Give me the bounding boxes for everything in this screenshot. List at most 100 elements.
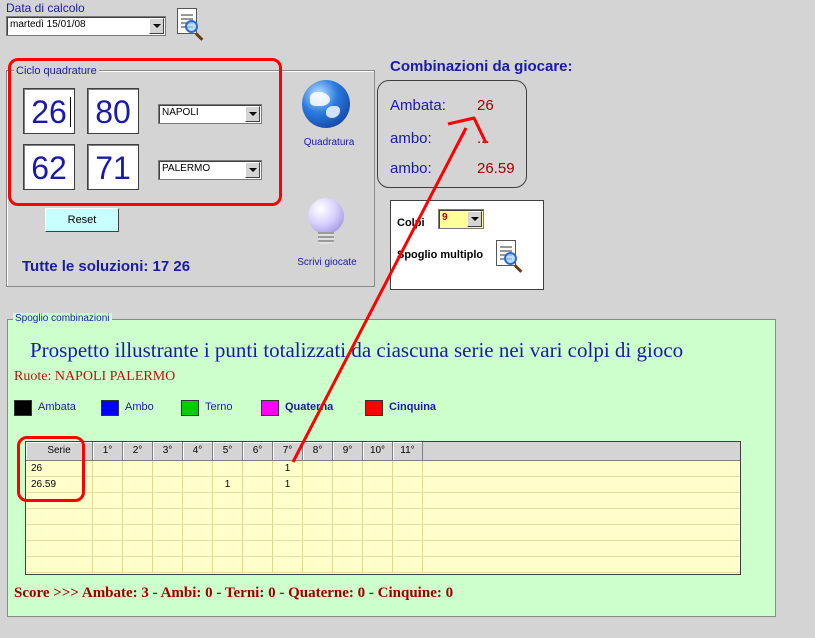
chevron-down-icon[interactable]	[149, 18, 164, 34]
colpo-cell	[333, 557, 363, 572]
scrivi-giocate-label[interactable]: Scrivi giocate	[288, 257, 366, 268]
colpo-cell	[243, 525, 273, 540]
legend-label-ambata: Ambata	[38, 401, 76, 413]
table-row[interactable]	[26, 509, 740, 525]
grid-header: Serie 1° 2° 3° 4° 5° 6° 7° 8° 9° 10° 11°	[26, 442, 740, 461]
legend-label-cinquina: Cinquina	[389, 401, 437, 413]
colpo-cell	[303, 493, 333, 508]
table-row[interactable]	[26, 557, 740, 573]
colpo-cell	[123, 477, 153, 492]
date-select[interactable]: martedì 15/01/08	[6, 16, 166, 36]
colpo-cell	[333, 525, 363, 540]
document-search-icon[interactable]	[175, 8, 205, 41]
colpo-cell	[393, 509, 423, 524]
colpo-cell	[93, 525, 123, 540]
reset-button[interactable]: Reset	[45, 208, 119, 232]
colpo-cell	[393, 557, 423, 572]
column-header[interactable]: 2°	[123, 442, 153, 460]
column-header[interactable]: 1°	[93, 442, 123, 460]
column-header[interactable]: 3°	[153, 442, 183, 460]
colpo-cell	[183, 493, 213, 508]
column-header[interactable]: 4°	[183, 442, 213, 460]
colpo-cell	[393, 477, 423, 492]
colpi-select[interactable]: 9	[438, 209, 484, 229]
quadratura-label[interactable]: Quadratura	[290, 137, 368, 148]
colpo-cell	[273, 493, 303, 508]
column-header[interactable]: 10°	[363, 442, 393, 460]
colpo-cell	[363, 525, 393, 540]
column-header[interactable]: 11°	[393, 442, 423, 460]
table-row[interactable]	[26, 541, 740, 557]
globe-icon[interactable]	[302, 80, 350, 128]
colpo-cell	[243, 477, 273, 492]
colpi-select-value: 9	[442, 212, 448, 223]
colpo-cell	[183, 509, 213, 524]
colpo-cell	[303, 461, 333, 476]
document-search-icon[interactable]	[494, 240, 524, 273]
colpo-cell	[303, 509, 333, 524]
colpo-cell	[393, 461, 423, 476]
table-row[interactable]: 26.59 1 1	[26, 477, 740, 493]
lightbulb-icon[interactable]	[306, 198, 346, 250]
colpo-cell	[243, 557, 273, 572]
colpo-cell: 1	[213, 477, 243, 492]
colpo-cell	[363, 477, 393, 492]
chevron-down-icon[interactable]	[467, 211, 482, 227]
tutte-soluzioni-text: Tutte le soluzioni: 17 26	[22, 258, 191, 275]
legend-label-terno: Terno	[205, 401, 233, 413]
annotation-highlight-box	[8, 58, 282, 206]
table-row[interactable]	[26, 493, 740, 509]
column-header[interactable]: 7°	[273, 442, 303, 460]
spoglio-multiplo-label: Spoglio multiplo	[397, 249, 484, 261]
colpo-cell	[273, 509, 303, 524]
prospetto-heading: Prospetto illustrante i punti totalizzat…	[30, 338, 684, 362]
table-row[interactable]	[26, 525, 740, 541]
colpo-cell	[213, 493, 243, 508]
results-grid[interactable]: Serie 1° 2° 3° 4° 5° 6° 7° 8° 9° 10° 11° 26 1 26.59 1 1	[25, 441, 741, 575]
colpo-cell	[153, 509, 183, 524]
colpo-cell	[93, 461, 123, 476]
colpo-cell	[393, 541, 423, 556]
colpo-cell	[213, 461, 243, 476]
colpo-cell	[213, 525, 243, 540]
colpo-cell	[363, 509, 393, 524]
column-header[interactable]: 8°	[303, 442, 333, 460]
legend-swatch-ambo	[101, 400, 119, 416]
colpo-cell	[273, 557, 303, 572]
colpo-cell	[333, 509, 363, 524]
spoglio-combinazioni-title: Spoglio combinazioni	[13, 313, 112, 324]
colpo-cell	[153, 541, 183, 556]
colpo-cell	[183, 557, 213, 572]
colpo-cell	[213, 557, 243, 572]
colpo-cell	[243, 541, 273, 556]
colpo-cell	[93, 557, 123, 572]
combinazioni-title: Combinazioni da giocare:	[390, 58, 573, 75]
date-select-value: martedì 15/01/08	[10, 19, 86, 30]
colpo-cell	[93, 509, 123, 524]
colpo-cell	[183, 541, 213, 556]
serie-cell	[26, 525, 93, 540]
colpi-label: Colpi	[397, 217, 425, 229]
colpo-cell	[303, 525, 333, 540]
colpo-cell	[273, 525, 303, 540]
legend-label-quaterna: Quaterna	[285, 401, 334, 413]
table-row[interactable]: 26 1	[26, 461, 740, 477]
ambo-label-2: ambo:	[390, 160, 432, 177]
colpo-cell	[363, 541, 393, 556]
column-header[interactable]: 5°	[213, 442, 243, 460]
column-header[interactable]: 6°	[243, 442, 273, 460]
column-header[interactable]: 9°	[333, 442, 363, 460]
colpo-cell	[183, 525, 213, 540]
colpo-cell	[333, 493, 363, 508]
colpo-cell	[213, 509, 243, 524]
colpo-cell	[243, 461, 273, 476]
colpo-cell	[93, 493, 123, 508]
colpo-cell	[363, 557, 393, 572]
colpo-cell	[303, 477, 333, 492]
legend-swatch-quaterna	[261, 400, 279, 416]
colpo-cell	[153, 525, 183, 540]
ambo-value-1: ...	[477, 130, 490, 147]
date-label: Data di calcolo	[6, 1, 85, 15]
colpo-cell	[153, 557, 183, 572]
annotation-highlight-box	[17, 436, 85, 502]
